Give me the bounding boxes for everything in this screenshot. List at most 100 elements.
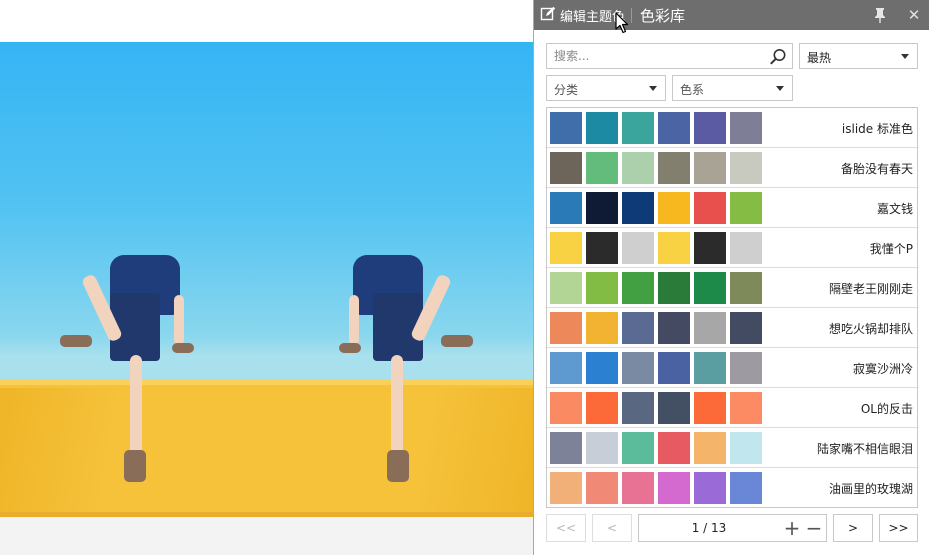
color-swatch[interactable] (550, 112, 582, 144)
palette-row[interactable]: islide 标准色 (547, 108, 917, 148)
color-swatch[interactable] (622, 192, 654, 224)
palette-row[interactable]: 陆家嘴不相信眼泪 (547, 428, 917, 468)
plus-icon[interactable]: + (783, 518, 801, 538)
pin-icon[interactable] (871, 6, 889, 24)
color-swatch[interactable] (730, 152, 762, 184)
color-swatch[interactable] (730, 352, 762, 384)
color-swatch[interactable] (550, 272, 582, 304)
palette-row[interactable]: 油画里的玫瑰湖 (547, 468, 917, 508)
last-page-button[interactable]: >> (879, 514, 918, 542)
close-icon[interactable]: ✕ (905, 6, 923, 24)
first-page-button[interactable]: << (546, 514, 586, 542)
color-swatch[interactable] (586, 112, 618, 144)
slide-image[interactable] (0, 42, 533, 517)
prev-page-button[interactable]: < (592, 514, 632, 542)
color-swatch[interactable] (622, 472, 654, 504)
palette-name: OL的反击 (860, 402, 913, 416)
color-swatch[interactable] (694, 352, 726, 384)
color-swatch[interactable] (586, 432, 618, 464)
panel-titlebar: 编辑主题色 色彩库 ✕ (534, 0, 929, 34)
color-swatch[interactable] (694, 192, 726, 224)
color-swatch[interactable] (586, 232, 618, 264)
color-swatch[interactable] (622, 112, 654, 144)
minus-icon[interactable]: − (805, 518, 823, 538)
color-swatch[interactable] (658, 152, 690, 184)
search-input[interactable] (547, 44, 762, 68)
color-family-dropdown[interactable]: 色系 (672, 75, 793, 101)
color-swatch[interactable] (694, 392, 726, 424)
palette-name: 油画里的玫瑰湖 (828, 482, 913, 496)
color-swatch[interactable] (658, 272, 690, 304)
color-swatch[interactable] (550, 472, 582, 504)
palette-row[interactable]: 隔壁老王刚刚走 (547, 268, 917, 308)
color-swatch[interactable] (622, 392, 654, 424)
color-swatch[interactable] (658, 392, 690, 424)
color-swatch[interactable] (550, 432, 582, 464)
color-swatch[interactable] (622, 232, 654, 264)
color-swatch[interactable] (730, 312, 762, 344)
color-swatch[interactable] (658, 232, 690, 264)
palette-name: 隔壁老王刚刚走 (828, 282, 913, 296)
color-swatch[interactable] (622, 312, 654, 344)
color-swatch[interactable] (586, 192, 618, 224)
search-icon[interactable] (769, 48, 787, 69)
color-swatch[interactable] (550, 392, 582, 424)
mouse-cursor-icon (615, 12, 629, 37)
color-swatch[interactable] (550, 352, 582, 384)
color-swatch[interactable] (586, 392, 618, 424)
color-swatch[interactable] (730, 192, 762, 224)
color-swatch[interactable] (586, 272, 618, 304)
color-swatch[interactable] (658, 112, 690, 144)
pagination: << < 1 / 13 + − > >> (546, 514, 918, 542)
title-divider (631, 8, 632, 23)
color-swatch[interactable] (694, 432, 726, 464)
color-swatch[interactable] (658, 472, 690, 504)
color-swatch[interactable] (550, 232, 582, 264)
color-swatch[interactable] (550, 152, 582, 184)
color-swatch[interactable] (622, 272, 654, 304)
color-swatch[interactable] (550, 192, 582, 224)
sort-dropdown-value: 最热 (807, 51, 832, 65)
color-swatch[interactable] (694, 272, 726, 304)
color-swatch[interactable] (658, 192, 690, 224)
color-swatch[interactable] (730, 112, 762, 144)
color-swatch[interactable] (694, 112, 726, 144)
color-swatch[interactable] (658, 312, 690, 344)
color-swatch[interactable] (658, 352, 690, 384)
color-swatch[interactable] (730, 432, 762, 464)
color-swatch[interactable] (694, 152, 726, 184)
color-swatch[interactable] (694, 312, 726, 344)
color-swatch[interactable] (730, 472, 762, 504)
color-swatch[interactable] (730, 232, 762, 264)
category-dropdown[interactable]: 分类 (546, 75, 666, 101)
page-indicator: 1 / 13 (691, 521, 727, 535)
color-swatch[interactable] (586, 352, 618, 384)
color-swatch[interactable] (622, 352, 654, 384)
sort-dropdown[interactable]: 最热 (799, 43, 918, 69)
climbing-person-left (60, 255, 200, 495)
palette-row[interactable]: 想吃火锅却排队 (547, 308, 917, 348)
color-swatch[interactable] (730, 272, 762, 304)
chevron-down-icon (649, 86, 657, 91)
color-swatch[interactable] (550, 312, 582, 344)
color-swatch[interactable] (730, 392, 762, 424)
color-swatch[interactable] (694, 232, 726, 264)
panel-title: 色彩库 (640, 7, 686, 25)
color-swatch[interactable] (694, 472, 726, 504)
palette-row[interactable]: 嘉文钱 (547, 188, 917, 228)
edit-theme-color-button[interactable]: 编辑主题色 (540, 0, 625, 30)
palette-row[interactable]: 寂寞沙洲冷 (547, 348, 917, 388)
palette-row[interactable]: OL的反击 (547, 388, 917, 428)
chevron-down-icon (776, 86, 784, 91)
color-swatch[interactable] (622, 432, 654, 464)
palette-name: 想吃火锅却排队 (828, 322, 913, 336)
color-swatch[interactable] (586, 312, 618, 344)
color-swatch[interactable] (586, 152, 618, 184)
edit-icon (540, 6, 556, 25)
color-swatch[interactable] (622, 152, 654, 184)
next-page-button[interactable]: > (833, 514, 873, 542)
color-swatch[interactable] (586, 472, 618, 504)
palette-row[interactable]: 备胎没有春天 (547, 148, 917, 188)
color-swatch[interactable] (658, 432, 690, 464)
palette-row[interactable]: 我懂个P (547, 228, 917, 268)
